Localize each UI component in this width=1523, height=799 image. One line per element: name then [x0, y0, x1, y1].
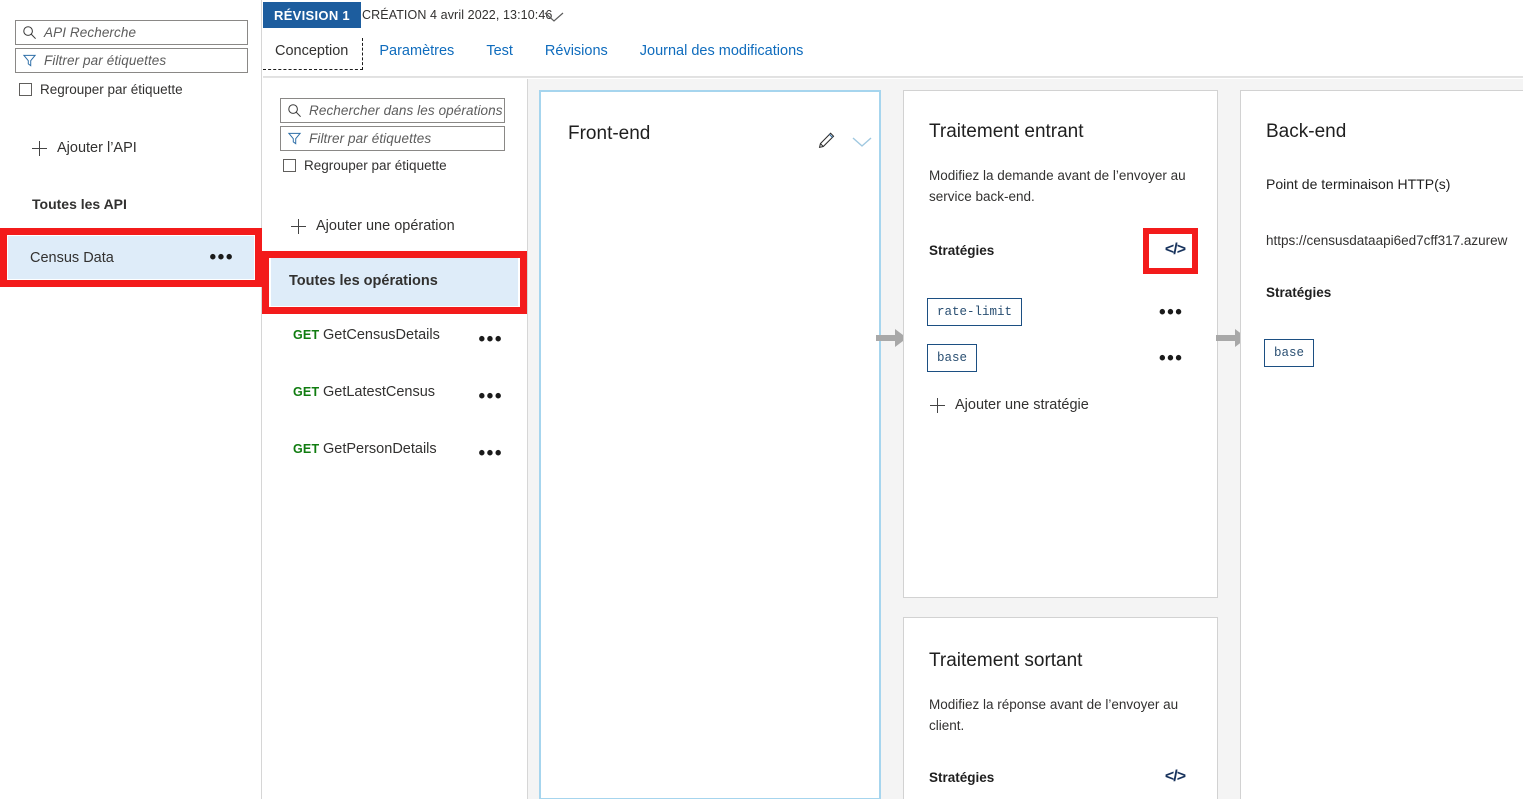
all-apis-heading: Toutes les API	[32, 196, 127, 212]
filter-icon	[287, 132, 302, 145]
tab-test[interactable]: Test	[470, 38, 529, 69]
operation-name: GetCensusDetails	[323, 327, 440, 343]
code-view-icon[interactable]: </>	[1162, 239, 1188, 261]
inbound-policies-label: Stratégies	[929, 243, 995, 258]
search-icon	[23, 26, 36, 40]
filter-icon	[22, 54, 37, 67]
operations-search-input[interactable]: Rechercher dans les opérations	[280, 98, 505, 123]
operation-row[interactable]: GET GetCensusDetails •••	[271, 315, 518, 355]
operations-group-by-tag-checkbox[interactable]: Regrouper par étiquette	[283, 158, 447, 173]
api-group-by-tag-label: Regrouper par étiquette	[40, 82, 183, 97]
policy-chip-label: base	[1274, 346, 1305, 360]
operations-search-placeholder: Rechercher dans les opérations	[309, 103, 503, 118]
context-menu-icon[interactable]: •••	[210, 248, 234, 267]
frontend-card: Front-end	[539, 90, 881, 799]
api-header: RÉVISION 1 CRÉATION 4 avril 2022, 13:10:…	[263, 0, 1523, 78]
tab-conception[interactable]: Conception	[263, 38, 364, 70]
operation-verb: GET	[293, 328, 320, 342]
add-operation-label: Ajouter une opération	[316, 218, 455, 234]
api-search-input[interactable]: API Recherche	[15, 20, 248, 45]
tab-revisions[interactable]: Révisions	[529, 38, 624, 69]
operation-name: GetPersonDetails	[323, 441, 437, 457]
outbound-policies-label: Stratégies	[929, 770, 995, 785]
context-menu-icon[interactable]: •••	[479, 436, 518, 463]
context-menu-icon[interactable]: •••	[1159, 349, 1183, 368]
tab-bar-divider	[263, 76, 1523, 77]
checkbox-box	[19, 83, 32, 96]
inbound-description: Modifiez la demande avant de l’envoyer a…	[929, 168, 1186, 204]
operation-name: GetLatestCensus	[323, 384, 436, 400]
add-policy-button[interactable]: Ajouter une stratégie	[930, 397, 1089, 413]
policy-chip-label: base	[937, 351, 968, 365]
search-icon	[288, 104, 301, 118]
operations-item-label: Toutes les opérations	[289, 273, 438, 289]
operation-verb: GET	[293, 442, 320, 456]
outbound-description: Modifiez la réponse avant de l’envoyer a…	[929, 697, 1179, 733]
policy-chip-base[interactable]: base	[927, 344, 978, 372]
operations-group-by-tag-label: Regrouper par étiquette	[304, 158, 447, 173]
backend-card: Back-end Point de terminaison HTTP(s) ht…	[1240, 90, 1523, 799]
backend-endpoint-label: Point de terminaison HTTP(s)	[1266, 176, 1451, 192]
api-tab-bar: Conception Paramètres Test Révisions Jou…	[263, 38, 819, 76]
api-sidebar: API Recherche Filtrer par étiquettes Reg…	[0, 0, 262, 799]
policy-chip-base[interactable]: base	[1264, 339, 1315, 367]
revision-badge: RÉVISION 1	[263, 2, 361, 28]
outbound-title: Traitement sortant	[929, 650, 1083, 671]
add-api-button[interactable]: Ajouter l’API	[32, 140, 137, 156]
sidebar-item-census-data[interactable]: Census Data •••	[8, 236, 254, 279]
pencil-icon[interactable]	[817, 131, 836, 150]
revision-created-label: CRÉATION 4 avril 2022, 13:10:46	[362, 8, 553, 22]
backend-title: Back-end	[1266, 121, 1347, 142]
context-menu-icon[interactable]: •••	[479, 379, 518, 406]
operations-tag-filter-placeholder: Filtrer par étiquettes	[309, 131, 432, 146]
context-menu-icon[interactable]: •••	[1159, 303, 1183, 322]
plus-icon	[930, 397, 945, 413]
add-policy-label: Ajouter une stratégie	[955, 397, 1089, 413]
operation-verb: GET	[293, 385, 320, 399]
checkbox-box	[283, 159, 296, 172]
code-view-icon[interactable]: </>	[1162, 766, 1188, 788]
tab-parametres[interactable]: Paramètres	[363, 38, 470, 69]
api-group-by-tag-checkbox[interactable]: Regrouper par étiquette	[19, 82, 183, 97]
revision-chevron-down-icon[interactable]	[543, 10, 565, 28]
api-tag-filter-input[interactable]: Filtrer par étiquettes	[15, 48, 248, 73]
operation-row[interactable]: GET GetLatestCensus •••	[271, 372, 518, 412]
chevron-down-icon[interactable]	[851, 136, 873, 148]
inbound-title: Traitement entrant	[929, 121, 1084, 142]
add-api-label: Ajouter l’API	[57, 140, 137, 156]
operation-row[interactable]: GET GetPersonDetails •••	[271, 429, 518, 469]
frontend-title: Front-end	[568, 123, 651, 144]
plus-icon	[291, 218, 306, 234]
outbound-processing-card: Traitement sortant Modifiez la réponse a…	[903, 617, 1218, 799]
api-search-placeholder: API Recherche	[44, 25, 137, 40]
operations-panel: Rechercher dans les opérations Filtrer p…	[263, 79, 528, 799]
add-operation-button[interactable]: Ajouter une opération	[291, 218, 455, 234]
backend-policies-label: Stratégies	[1266, 285, 1332, 300]
sidebar-item-label: Census Data	[30, 249, 114, 266]
api-tag-filter-placeholder: Filtrer par étiquettes	[44, 53, 167, 68]
operations-item-all[interactable]: Toutes les opérations	[271, 256, 518, 306]
tab-journal-modifications[interactable]: Journal des modifications	[624, 38, 820, 69]
policy-chip-label: rate-limit	[937, 305, 1013, 319]
operations-tag-filter-input[interactable]: Filtrer par étiquettes	[280, 126, 505, 151]
context-menu-icon[interactable]: •••	[479, 322, 518, 349]
backend-endpoint-url[interactable]: https://censusdataapi6ed7cff317.azurew	[1266, 233, 1507, 248]
design-canvas: Front-end Traitement entrant Modifiez la…	[528, 79, 1523, 799]
inbound-processing-card: Traitement entrant Modifiez la demande a…	[903, 90, 1218, 598]
plus-icon	[32, 140, 47, 156]
app-root: API Recherche Filtrer par étiquettes Reg…	[0, 0, 1523, 799]
policy-chip-rate-limit[interactable]: rate-limit	[927, 298, 1023, 326]
